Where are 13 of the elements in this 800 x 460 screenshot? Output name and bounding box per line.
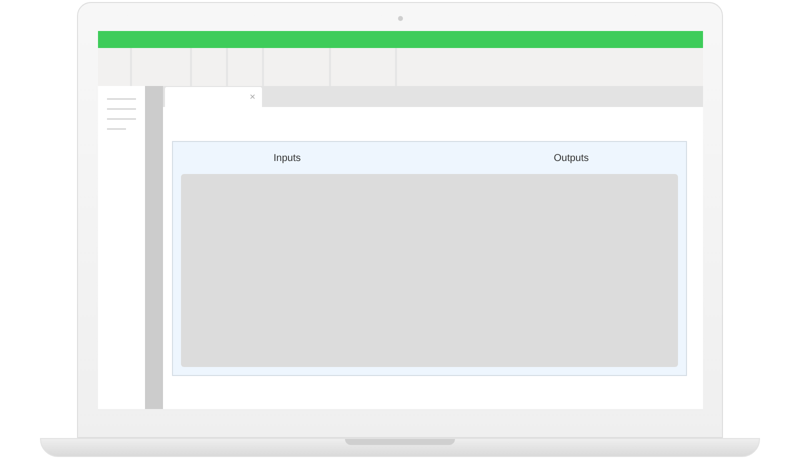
toolbar-button[interactable] xyxy=(192,48,226,86)
menu-icon[interactable] xyxy=(106,98,136,130)
toolbar-button[interactable] xyxy=(264,48,328,86)
toolbar-button[interactable] xyxy=(396,48,702,86)
toolbar-button[interactable] xyxy=(330,48,394,86)
tab[interactable]: × xyxy=(164,87,262,107)
toolbar-button[interactable] xyxy=(228,48,262,86)
column-heading: Outputs xyxy=(554,152,589,164)
toolbar-button[interactable] xyxy=(98,48,130,86)
column-heading: Inputs xyxy=(274,152,301,164)
toolbar-button[interactable] xyxy=(132,48,190,86)
camera-icon xyxy=(398,16,402,21)
close-button[interactable]: × xyxy=(250,92,256,102)
